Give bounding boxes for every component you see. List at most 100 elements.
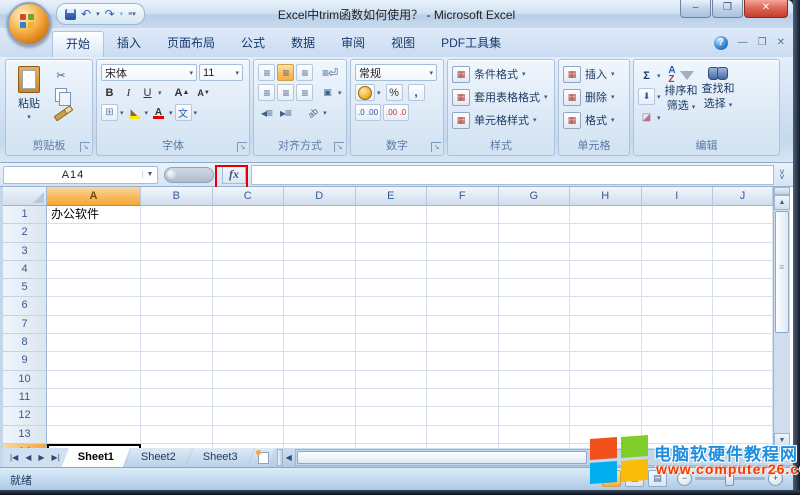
- workbook-restore-icon[interactable]: ❐: [758, 38, 767, 48]
- cell-B5[interactable]: [141, 279, 213, 297]
- cell-I10[interactable]: [642, 371, 714, 389]
- column-header-A[interactable]: A: [47, 187, 141, 206]
- grow-font-button[interactable]: A▲: [172, 84, 193, 101]
- cell-F6[interactable]: [427, 297, 499, 315]
- cell-A10[interactable]: [47, 371, 141, 389]
- number-format-select[interactable]: 常规 ▾: [355, 64, 437, 81]
- borders-button[interactable]: ⊞: [101, 104, 118, 121]
- office-button[interactable]: [7, 2, 51, 46]
- format-painter-button[interactable]: [51, 106, 71, 124]
- row-header-13[interactable]: 13: [3, 426, 47, 444]
- select-all-corner[interactable]: [3, 187, 47, 206]
- cell-A4[interactable]: [47, 261, 141, 279]
- fill-button[interactable]: ⬇: [638, 88, 655, 105]
- font-color-button[interactable]: A: [150, 104, 167, 121]
- row-header-5[interactable]: 5: [3, 279, 47, 297]
- vertical-scrollbar[interactable]: ▲ ▼: [773, 187, 790, 448]
- cut-button[interactable]: ✂: [51, 66, 71, 84]
- find-select-button[interactable]: 查找和 选择 ▾: [702, 64, 735, 139]
- font-dialog-launcher[interactable]: ↘: [237, 142, 247, 152]
- cell-G3[interactable]: [499, 243, 571, 261]
- cell-J1[interactable]: [713, 206, 773, 224]
- cell-D2[interactable]: [284, 224, 356, 242]
- cell-A13[interactable]: [47, 426, 141, 444]
- cell-D12[interactable]: [284, 407, 356, 425]
- cell-I3[interactable]: [642, 243, 714, 261]
- cell-F1[interactable]: [427, 206, 499, 224]
- cells-button-插入[interactable]: ▦插入▾: [563, 64, 615, 84]
- fill-color-button[interactable]: ◣: [126, 104, 143, 121]
- cell-F13[interactable]: [427, 426, 499, 444]
- cell-J8[interactable]: [713, 334, 773, 352]
- cell-A11[interactable]: [47, 389, 141, 407]
- cell-D3[interactable]: [284, 243, 356, 261]
- ribbon-tab-数据[interactable]: 数据: [278, 31, 328, 57]
- cell-C10[interactable]: [213, 371, 285, 389]
- phonetic-button[interactable]: 文: [175, 104, 192, 121]
- cell-A7[interactable]: [47, 316, 141, 334]
- cell-D5[interactable]: [284, 279, 356, 297]
- cell-E7[interactable]: [356, 316, 428, 334]
- cell-D11[interactable]: [284, 389, 356, 407]
- worksheet-grid[interactable]: ABCDEFGHIJ 1办公软件234567891011121314 ▲ ▼: [0, 187, 793, 448]
- cell-F4[interactable]: [427, 261, 499, 279]
- row-header-9[interactable]: 9: [3, 352, 47, 370]
- cell-J3[interactable]: [713, 243, 773, 261]
- cell-H8[interactable]: [570, 334, 642, 352]
- last-sheet-icon[interactable]: ▶|: [49, 452, 63, 463]
- row-header-10[interactable]: 10: [3, 371, 47, 389]
- sheet-tab-Sheet1[interactable]: Sheet1: [62, 448, 130, 467]
- cell-H2[interactable]: [570, 224, 642, 242]
- cell-C9[interactable]: [213, 352, 285, 370]
- font-size-select[interactable]: 11 ▾: [199, 64, 243, 81]
- minimize-button[interactable]: –: [680, 0, 711, 18]
- orientation-button[interactable]: ab: [304, 104, 321, 121]
- cell-B6[interactable]: [141, 297, 213, 315]
- row-header-11[interactable]: 11: [3, 389, 47, 407]
- cell-F5[interactable]: [427, 279, 499, 297]
- cell-F11[interactable]: [427, 389, 499, 407]
- cell-H6[interactable]: [570, 297, 642, 315]
- cell-F3[interactable]: [427, 243, 499, 261]
- increase-decimal-button[interactable]: .0 .00: [355, 104, 381, 121]
- cell-J2[interactable]: [713, 224, 773, 242]
- cell-C13[interactable]: [213, 426, 285, 444]
- shrink-font-button[interactable]: A▼: [194, 84, 212, 101]
- cell-A12[interactable]: [47, 407, 141, 425]
- ribbon-tab-视图[interactable]: 视图: [378, 31, 428, 57]
- workbook-minimize-icon[interactable]: —: [738, 38, 748, 48]
- bottom-align-button[interactable]: ≡: [296, 64, 313, 81]
- ribbon-tab-页面布局[interactable]: 页面布局: [154, 31, 228, 57]
- cell-B11[interactable]: [141, 389, 213, 407]
- cell-A3[interactable]: [47, 243, 141, 261]
- style-button-单元格样式[interactable]: ▦单元格样式▾: [452, 110, 548, 130]
- cell-G5[interactable]: [499, 279, 571, 297]
- ribbon-tab-公式[interactable]: 公式: [228, 31, 278, 57]
- column-header-C[interactable]: C: [213, 187, 285, 206]
- cell-E8[interactable]: [356, 334, 428, 352]
- cell-F8[interactable]: [427, 334, 499, 352]
- cell-F12[interactable]: [427, 407, 499, 425]
- column-header-F[interactable]: F: [427, 187, 499, 206]
- phonetic-dropdown-icon[interactable]: ▾: [194, 109, 198, 117]
- underline-button[interactable]: U: [139, 84, 156, 101]
- accounting-dropdown-icon[interactable]: ▾: [377, 89, 381, 97]
- wrap-text-button[interactable]: ≡⏎: [319, 64, 340, 81]
- cell-A9[interactable]: [47, 352, 141, 370]
- cell-E12[interactable]: [356, 407, 428, 425]
- cell-B7[interactable]: [141, 316, 213, 334]
- paste-dropdown-icon[interactable]: ▾: [27, 113, 31, 121]
- fill-color-dropdown-icon[interactable]: ▾: [145, 109, 149, 117]
- hscroll-left-icon[interactable]: ◀: [283, 453, 295, 462]
- cell-C3[interactable]: [213, 243, 285, 261]
- cell-I5[interactable]: [642, 279, 714, 297]
- row-header-7[interactable]: 7: [3, 316, 47, 334]
- vertical-split-handle[interactable]: [774, 187, 790, 195]
- sheet-tab-Sheet2[interactable]: Sheet2: [125, 448, 192, 467]
- column-header-H[interactable]: H: [570, 187, 642, 206]
- ribbon-tab-PDF工具集[interactable]: PDF工具集: [428, 31, 514, 57]
- orientation-dropdown-icon[interactable]: ▾: [323, 109, 327, 117]
- cell-D8[interactable]: [284, 334, 356, 352]
- decrease-indent-button[interactable]: ◂≡: [258, 104, 275, 121]
- scroll-up-icon[interactable]: ▲: [774, 195, 790, 210]
